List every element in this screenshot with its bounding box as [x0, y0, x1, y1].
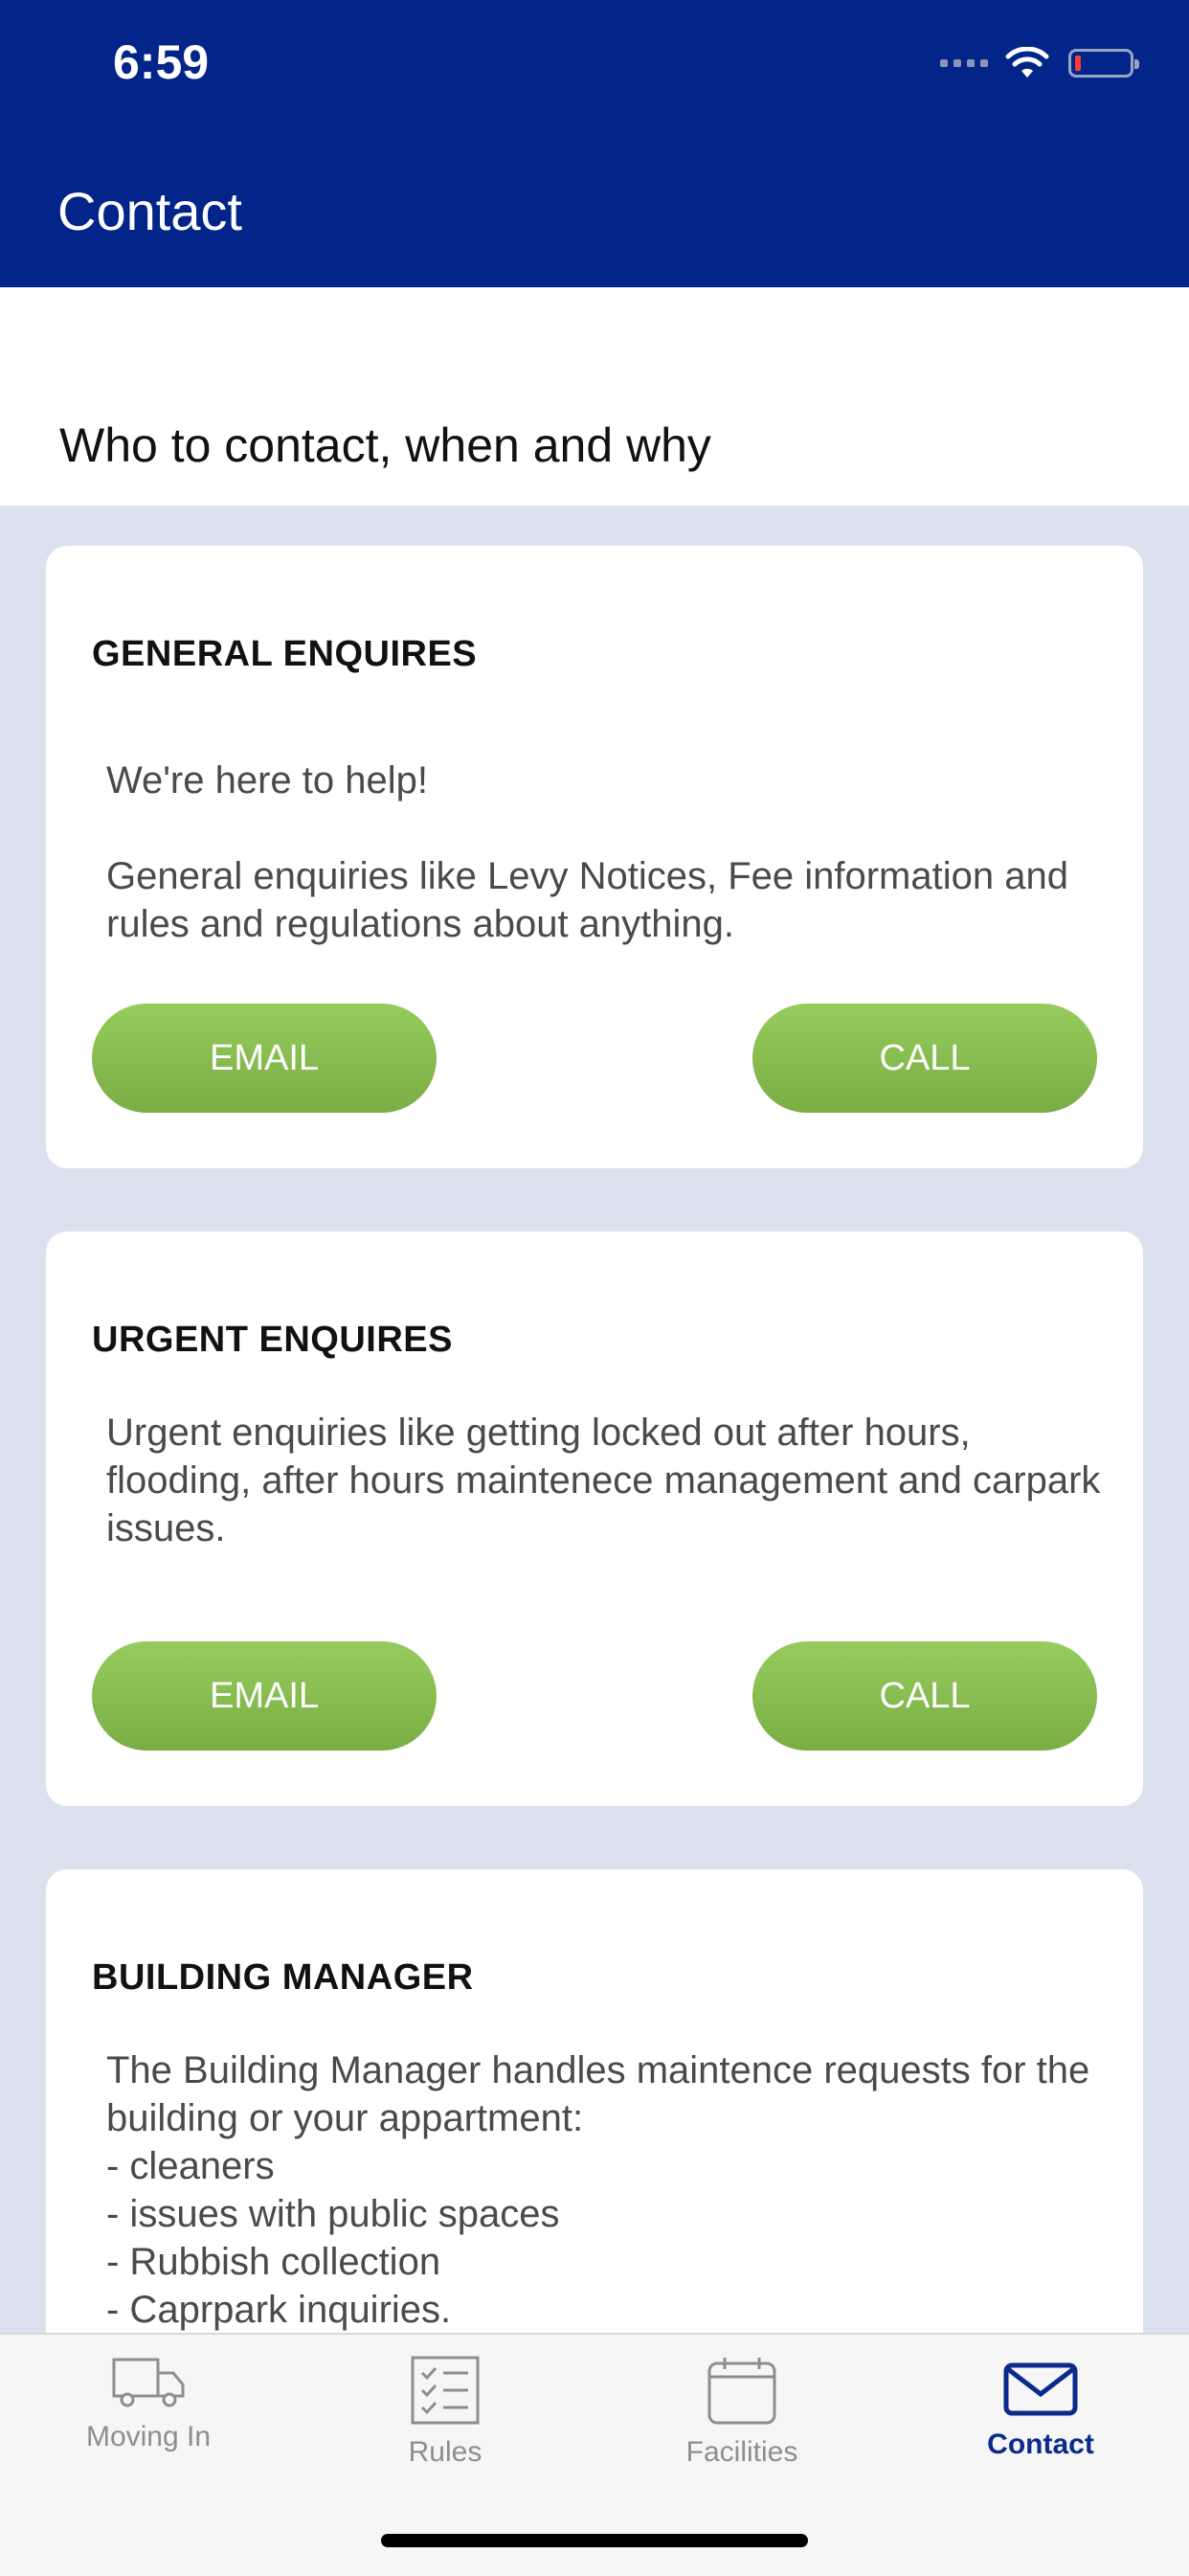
email-button[interactable]: EMAIL	[92, 1004, 437, 1113]
tab-rules[interactable]: Rules	[297, 2335, 594, 2497]
tab-facilities[interactable]: Facilities	[594, 2335, 890, 2497]
battery-icon	[1068, 49, 1139, 78]
card-title: URGENT ENQUIRES	[92, 1320, 453, 1360]
card-general-enquires: GENERAL ENQUIRES We're here to help! Gen…	[46, 546, 1143, 1168]
tab-label: Moving In	[85, 2421, 212, 2452]
tab-label: Contact	[987, 2429, 1094, 2460]
page-title: Contact	[57, 181, 242, 241]
home-indicator	[381, 2534, 808, 2547]
envelope-icon	[1003, 2362, 1078, 2416]
subheader: Who to contact, when and why	[0, 287, 1189, 506]
tab-label: Rules	[408, 2436, 482, 2468]
top-bar: 6:59 Contact	[0, 0, 1189, 287]
call-button[interactable]: CALL	[752, 1641, 1097, 1751]
tab-label: Facilities	[685, 2436, 798, 2468]
calendar-icon	[707, 2358, 776, 2425]
status-indicators	[940, 44, 1139, 82]
status-time: 6:59	[113, 35, 210, 89]
subheader-text: Who to contact, when and why	[59, 418, 711, 472]
wifi-icon	[1005, 47, 1049, 78]
signal-icon	[940, 59, 988, 67]
card-title: GENERAL ENQUIRES	[92, 634, 478, 674]
tab-moving-in[interactable]: Moving In	[0, 2335, 297, 2497]
email-button[interactable]: EMAIL	[92, 1641, 437, 1751]
card-description: The Building Manager handles maintence r…	[106, 2049, 1090, 2331]
contact-list[interactable]: GENERAL ENQUIRES We're here to help! Gen…	[0, 506, 1189, 2333]
card-title: BUILDING MANAGER	[92, 1957, 474, 1998]
card-description: Urgent enquiries like getting locked out…	[106, 1412, 1101, 1549]
card-description: We're here to help! General enquiries li…	[106, 759, 1068, 945]
tab-contact[interactable]: Contact	[892, 2335, 1189, 2497]
call-button[interactable]: CALL	[752, 1004, 1097, 1113]
truck-icon	[112, 2358, 185, 2407]
card-urgent-enquires: URGENT ENQUIRES Urgent enquiries like ge…	[46, 1232, 1143, 1806]
card-building-manager: BUILDING MANAGER The Building Manager ha…	[46, 1869, 1143, 2333]
checklist-icon	[411, 2356, 480, 2425]
